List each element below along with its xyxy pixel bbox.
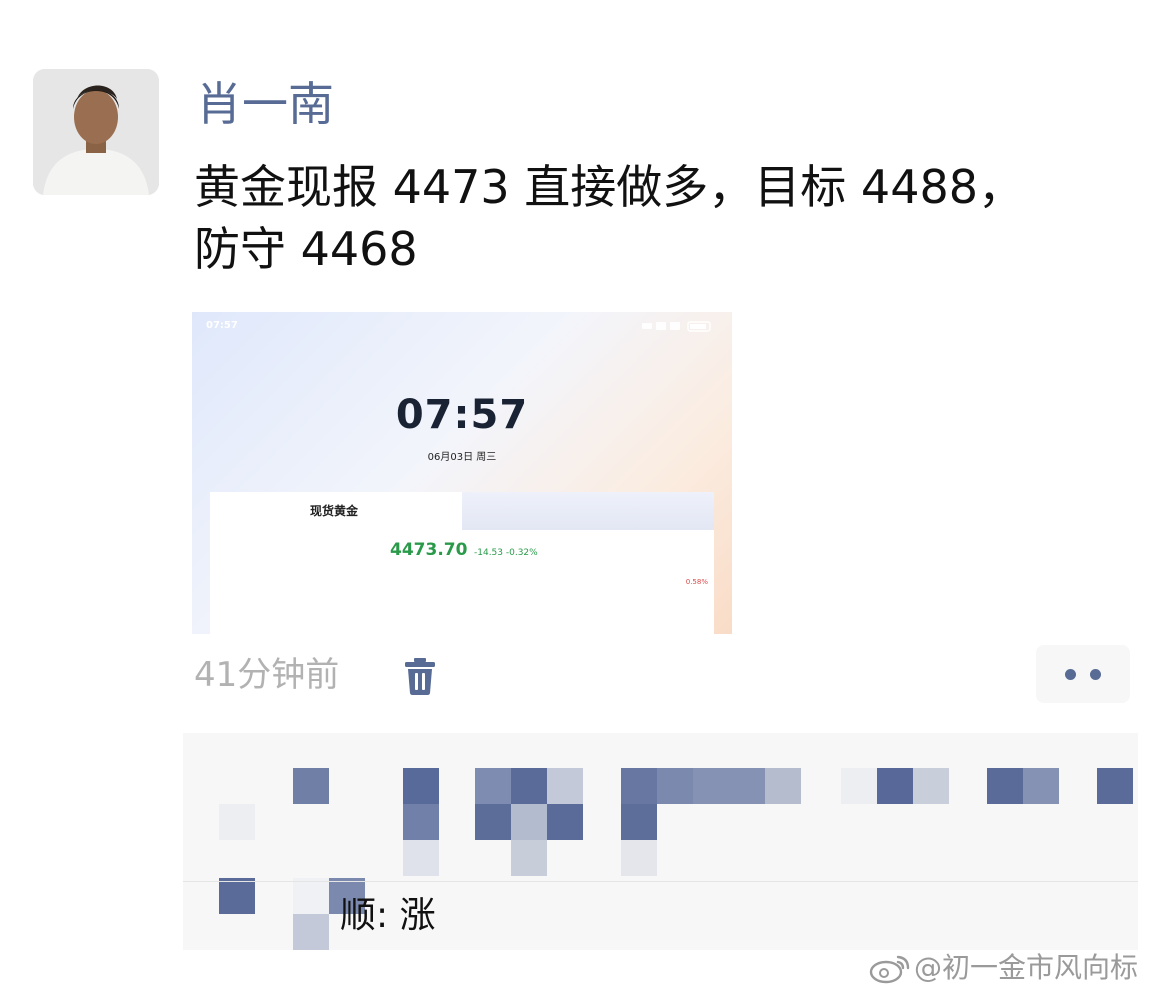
weibo-icon (869, 955, 910, 984)
image-widget-header-rest (462, 492, 714, 530)
likes-divider (183, 881, 1138, 882)
likes-comments-box (183, 733, 1138, 950)
more-options-button[interactable] (1036, 645, 1130, 703)
comment-text: 顺: 涨 (340, 895, 436, 936)
trash-icon[interactable] (402, 656, 438, 696)
image-price-change: -14.53 -0.32% (474, 548, 538, 558)
more-dots-icon (1065, 669, 1076, 680)
watermark-text: @初一金市风向标 (914, 951, 1139, 984)
post-text: 黄金现报 4473 直接做多，目标 4488， 防守 4468 (194, 156, 1124, 280)
more-dots-icon-2 (1090, 669, 1101, 680)
image-gold-price: 4473.70 (390, 540, 468, 560)
post-image[interactable]: 07:57 07:57 06月03日 周三 现货黄金 4473.70 -14.5… (192, 312, 732, 634)
post-time: 41分钟前 (194, 655, 340, 695)
watermark: @初一金市风向标 (868, 948, 1138, 988)
avatar-portrait (33, 69, 159, 195)
image-widget-card: 现货黄金 4473.70 -14.53 -0.32% 0.58% (210, 492, 714, 634)
image-widget-title: 现货黄金 (310, 504, 359, 518)
post-text-line-1: 黄金现报 4473 直接做多，目标 4488， (194, 160, 1024, 214)
image-status-icons (638, 318, 718, 337)
image-clock: 07:57 (395, 392, 529, 438)
image-status-time: 07:57 (206, 320, 238, 331)
avatar[interactable] (33, 69, 159, 195)
image-side-percent: 0.58% (685, 578, 708, 586)
post-text-line-2: 防守 4468 (194, 222, 418, 276)
image-date: 06月03日 周三 (427, 452, 497, 463)
author-name[interactable]: 肖一南 (196, 74, 334, 134)
